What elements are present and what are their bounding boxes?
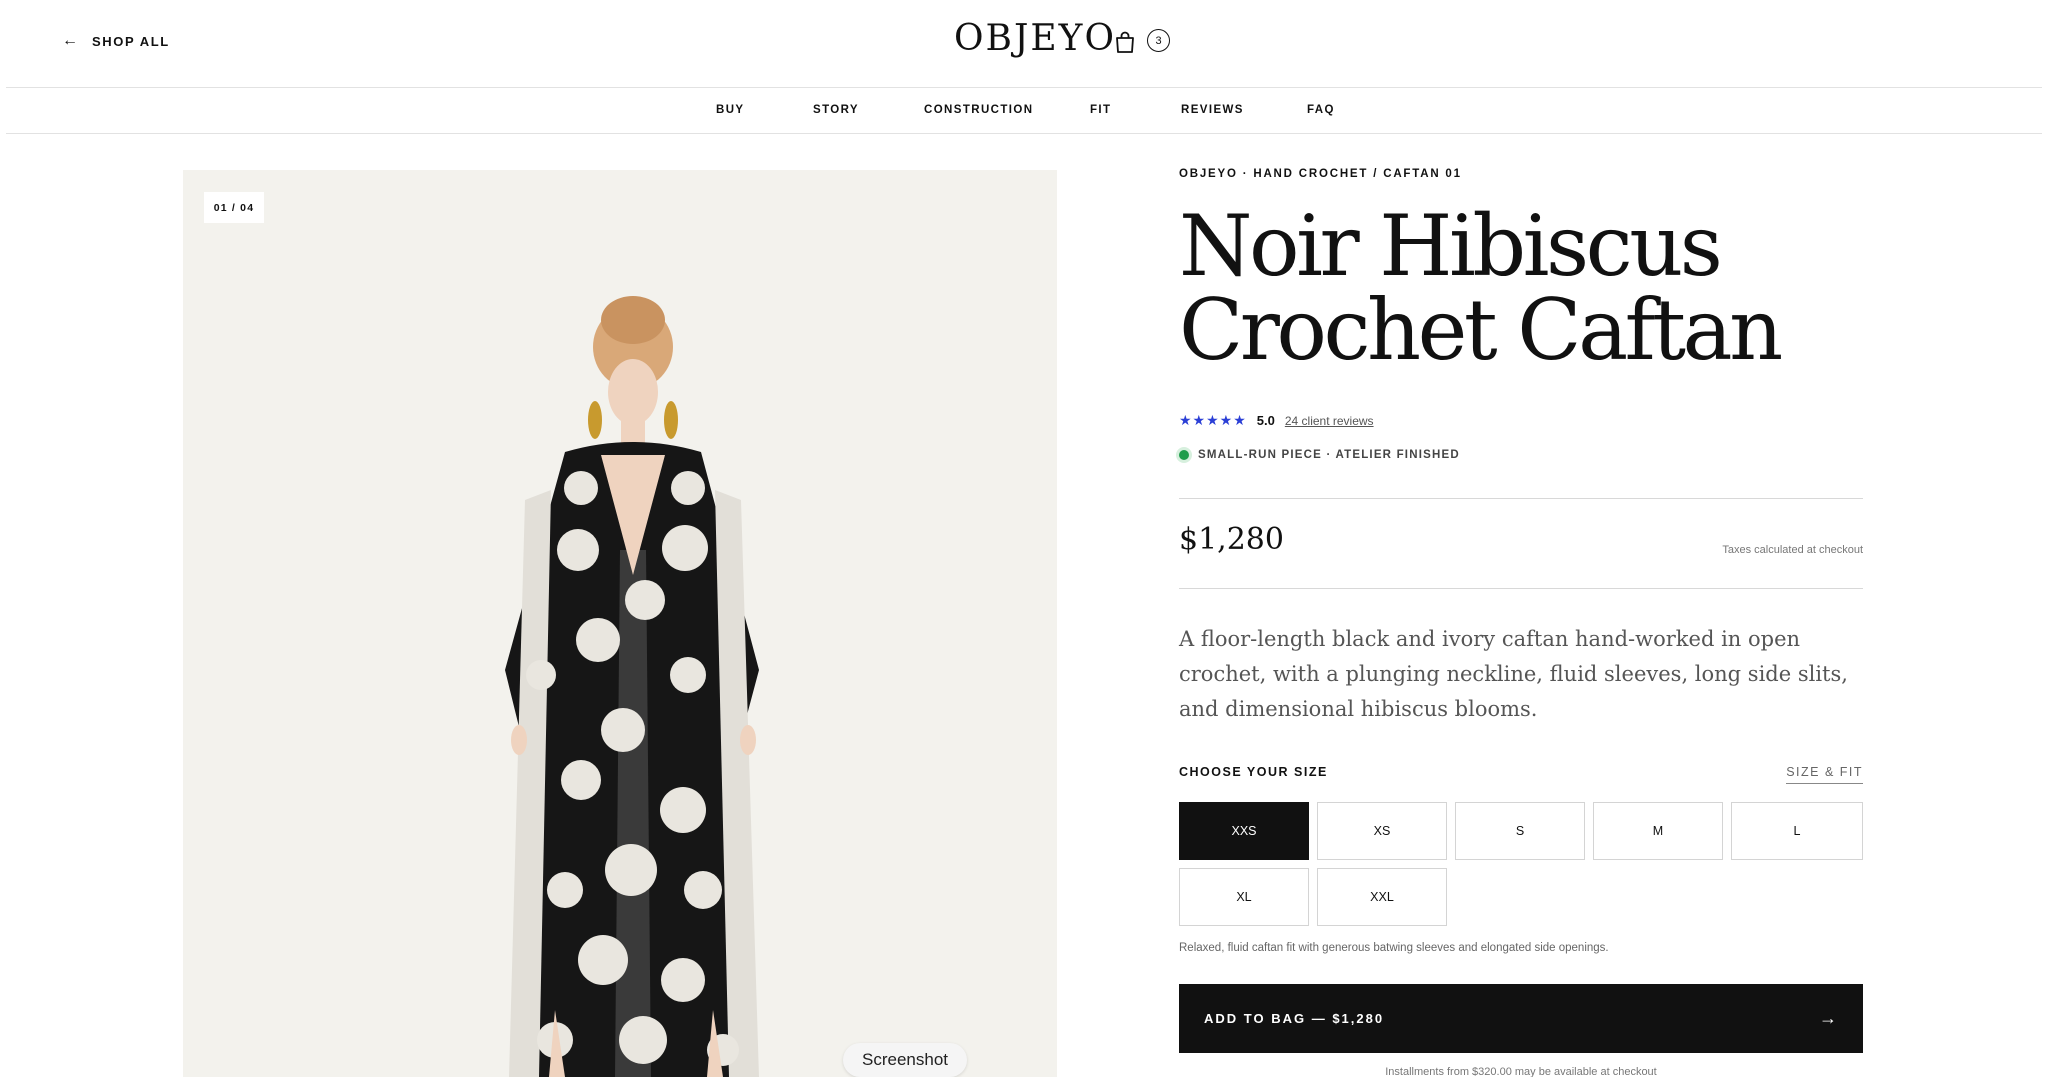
reviews-link[interactable]: 24 client reviews: [1285, 414, 1374, 428]
nav-construction[interactable]: CONSTRUCTION: [924, 104, 1033, 116]
nav-fit[interactable]: FIT: [1090, 104, 1111, 116]
shopping-bag-icon[interactable]: [1114, 30, 1136, 54]
product-title: Noir Hibiscus Crochet Caftan: [1179, 204, 1863, 372]
size-option-xs[interactable]: XS: [1317, 802, 1447, 860]
product-eyebrow: OBJEYO · HAND CROCHET / CAFTAN 01: [1179, 168, 1462, 180]
installments-note: Installments from $320.00 may be availab…: [1385, 1066, 1657, 1077]
size-option-xxl[interactable]: XXL: [1317, 868, 1447, 926]
size-label: CHOOSE YOUR SIZE: [1179, 765, 1328, 779]
divider: [1179, 588, 1863, 589]
star-rating-icon: ★★★★★: [1179, 412, 1247, 428]
divider: [1179, 498, 1863, 499]
status-dot-icon: [1179, 450, 1189, 460]
brand-logo[interactable]: OBJEYO: [954, 18, 1116, 59]
status-label: SMALL-RUN PIECE · ATELIER FINISHED: [1198, 449, 1460, 461]
product-price: $1,280: [1179, 522, 1284, 557]
size-option-l[interactable]: L: [1731, 802, 1863, 860]
product-gallery[interactable]: 01 / 04: [183, 170, 1057, 1077]
rating-score: 5.0: [1256, 413, 1275, 428]
availability-status: SMALL-RUN PIECE · ATELIER FINISHED: [1179, 449, 1460, 461]
rating-row: ★★★★★ 5.0 24 client reviews: [1179, 412, 1374, 429]
arrow-right-icon: →: [1819, 1008, 1837, 1028]
size-option-s[interactable]: S: [1455, 802, 1585, 860]
size-option-xl[interactable]: XL: [1179, 868, 1309, 926]
add-to-bag-label: ADD TO BAG — $1,280: [1204, 1011, 1385, 1026]
tax-note: Taxes calculated at checkout: [1722, 544, 1863, 556]
screenshot-pill[interactable]: Screenshot: [843, 1043, 967, 1077]
nav-faq[interactable]: FAQ: [1307, 104, 1335, 116]
shop-all-label: SHOP ALL: [92, 33, 170, 49]
section-nav: BUY STORY CONSTRUCTION FIT REVIEWS FAQ: [6, 88, 2042, 134]
add-to-bag-button[interactable]: ADD TO BAG — $1,280 →: [1179, 984, 1863, 1053]
shop-all-link[interactable]: ← SHOP ALL: [62, 32, 170, 50]
arrow-left-icon: ←: [62, 32, 78, 49]
size-option-xxs[interactable]: XXS: [1179, 802, 1309, 860]
nav-reviews[interactable]: REVIEWS: [1181, 104, 1244, 116]
fit-note: Relaxed, fluid caftan fit with generous …: [1179, 942, 1609, 954]
product-description: A floor-length black and ivory caftan ha…: [1179, 627, 1848, 721]
title-line-2: Crochet Caftan: [1179, 281, 1783, 379]
page-frame: ← SHOP ALL OBJEYO 3 BUY STORY CONSTRUCTI…: [6, 0, 2042, 1077]
product-photo: [505, 296, 759, 1077]
nav-buy[interactable]: BUY: [716, 104, 744, 116]
size-fit-link[interactable]: SIZE & FIT: [1786, 765, 1863, 784]
bag-count-badge[interactable]: 3: [1147, 29, 1170, 52]
size-option-m[interactable]: M: [1593, 802, 1723, 860]
site-header: ← SHOP ALL OBJEYO 3: [6, 0, 2042, 88]
nav-story[interactable]: STORY: [813, 104, 859, 116]
